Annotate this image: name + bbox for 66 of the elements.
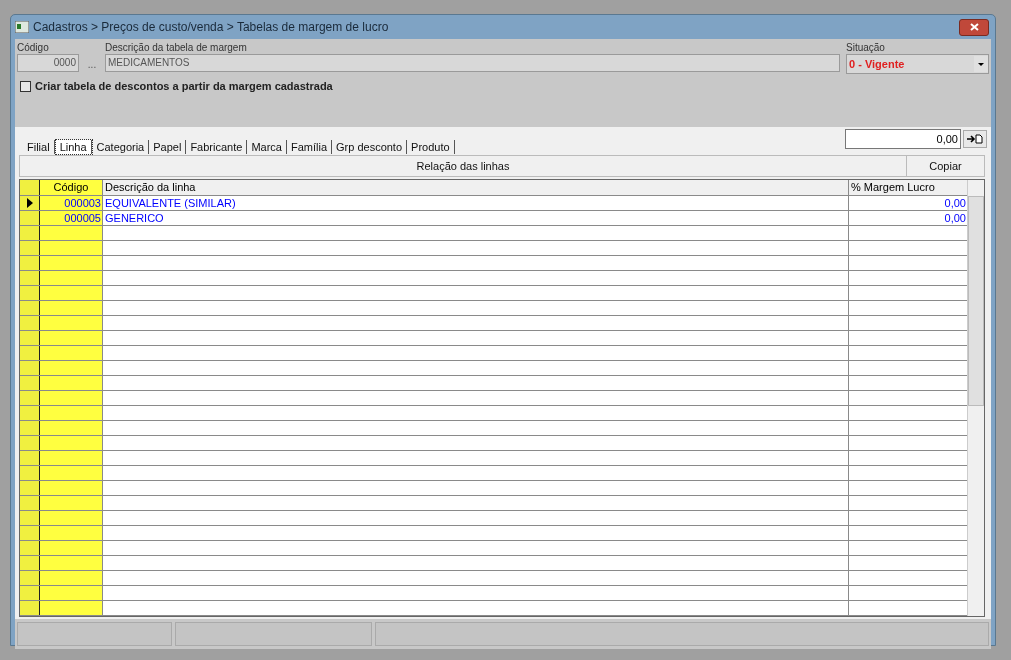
corner-header: [20, 180, 40, 195]
row-indicator[interactable]: [20, 316, 40, 330]
row-indicator[interactable]: [20, 541, 40, 555]
tab[interactable]: Grp desconto: [332, 140, 408, 154]
row-indicator[interactable]: [20, 331, 40, 345]
row-indicator[interactable]: [20, 391, 40, 405]
row-indicator[interactable]: [20, 376, 40, 390]
scrollbar-thumb[interactable]: [968, 196, 984, 406]
table-cell: 000003: [40, 196, 103, 210]
row-indicator[interactable]: [20, 556, 40, 570]
tab[interactable]: Produto: [407, 140, 455, 154]
field-label: Descrição da tabela de margem: [105, 41, 248, 54]
row-indicator[interactable]: [20, 481, 40, 495]
row-indicator[interactable]: [20, 301, 40, 315]
code-field[interactable]: 0000: [17, 54, 79, 72]
row-indicator[interactable]: [20, 346, 40, 360]
table-cell: GENERICO: [103, 211, 849, 225]
row-indicator[interactable]: [20, 601, 40, 615]
table-cell: EQUIVALENTE (SIMILAR): [103, 196, 849, 210]
description-field[interactable]: MEDICAMENTOS: [105, 54, 840, 72]
column-header[interactable]: Descrição da linha: [103, 180, 849, 195]
table-cell-text: 0,00: [943, 196, 967, 210]
row-indicator[interactable]: [20, 421, 40, 435]
tab[interactable]: Categoria: [92, 140, 150, 154]
column-header[interactable]: % Margem Lucro: [849, 180, 967, 195]
field-label: Situação: [846, 41, 886, 54]
tab[interactable]: Marca: [247, 140, 287, 154]
row-indicator[interactable]: [20, 451, 40, 465]
row-indicator[interactable]: [20, 241, 40, 255]
row-indicator[interactable]: [20, 511, 40, 525]
tab[interactable]: Linha: [55, 140, 92, 154]
row-indicator[interactable]: [20, 526, 40, 540]
tab[interactable]: Papel: [149, 140, 187, 154]
grid-title: Relação das linhas: [415, 159, 511, 174]
row-indicator[interactable]: [20, 256, 40, 270]
row-indicator[interactable]: [20, 586, 40, 600]
checkbox-label: Criar tabela de descontos a partir da margem cadastrada: [35, 79, 333, 94]
window-title: Cadastros > Preços de custo/venda > Tabelas de margem de lucro: [33, 19, 390, 36]
apply-button[interactable]: [963, 130, 987, 148]
table-cell: 000005: [40, 211, 103, 225]
row-indicator[interactable]: [20, 286, 40, 300]
row-indicator[interactable]: [20, 436, 40, 450]
row-indicator[interactable]: [20, 271, 40, 285]
checkbox[interactable]: [20, 80, 31, 92]
app-icon: [15, 21, 29, 33]
lookup-button[interactable]: ...: [83, 56, 101, 74]
tab[interactable]: Família: [286, 140, 332, 154]
row-indicator[interactable]: [20, 496, 40, 510]
value-field[interactable]: 0,00: [845, 129, 961, 149]
pointer-icon: [26, 198, 33, 208]
copy-button[interactable]: Copiar: [906, 156, 984, 176]
column-header[interactable]: Código: [40, 180, 103, 195]
tab[interactable]: Fabricante: [186, 140, 248, 154]
close-button[interactable]: [959, 18, 989, 36]
close-icon: [969, 23, 979, 31]
row-indicator[interactable]: [20, 226, 40, 240]
row-indicator[interactable]: [20, 466, 40, 480]
field-label: Código: [17, 41, 50, 54]
row-indicator[interactable]: [20, 196, 40, 210]
tab[interactable]: Filial: [23, 140, 55, 154]
arrow-page-icon: [967, 134, 983, 144]
table-cell-text: 0,00: [943, 211, 967, 225]
row-indicator[interactable]: [20, 571, 40, 585]
row-indicator[interactable]: [20, 361, 40, 375]
row-indicator[interactable]: [20, 211, 40, 225]
row-indicator[interactable]: [20, 406, 40, 420]
